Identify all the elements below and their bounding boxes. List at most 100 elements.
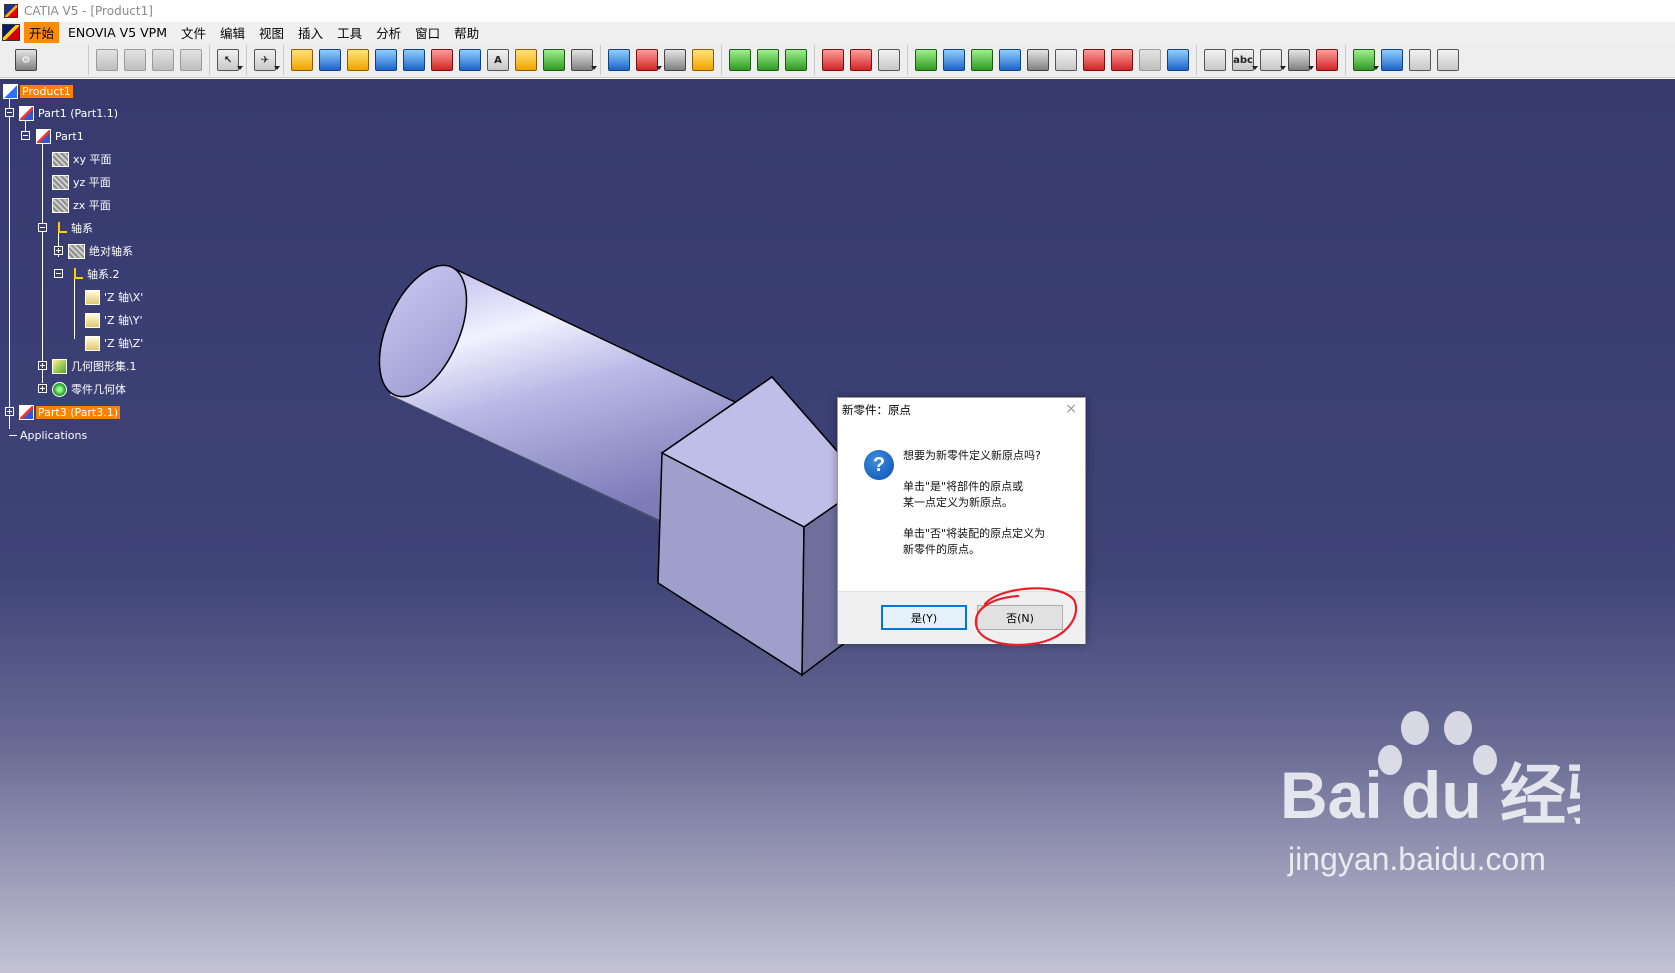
3d-annotation-icon[interactable] [1288, 49, 1314, 71]
menu-tools[interactable]: 工具 [332, 22, 367, 43]
insert-product-icon[interactable] [319, 49, 341, 71]
new-component-icon[interactable] [152, 49, 174, 71]
flag-note-icon[interactable] [1260, 49, 1286, 71]
measure-item-icon[interactable] [943, 49, 965, 71]
menu-insert[interactable]: 插入 [293, 22, 328, 43]
part-icon [36, 128, 51, 144]
tree-node-zx-plane[interactable]: zx 平面 [52, 196, 113, 214]
offset-constraint-icon[interactable] [785, 49, 807, 71]
expander-absolute-axis[interactable] [54, 246, 63, 255]
compute-clash-icon[interactable] [1083, 49, 1105, 71]
tree-node-absolute-axis[interactable]: 绝对轴系 [68, 242, 135, 260]
toolbar-group-update [814, 45, 907, 75]
tree-node-axis-x[interactable]: 'Z 轴\X' [85, 288, 145, 306]
dialog-yes-explanation-2: 某一点定义为新原点。 [903, 496, 1013, 509]
gears-icon[interactable]: ⚙ [15, 49, 37, 71]
existing-component-insert-icon[interactable] [375, 49, 397, 71]
menu-view[interactable]: 视图 [254, 22, 289, 43]
contact-constraint-icon[interactable] [757, 49, 779, 71]
table-icon[interactable] [1409, 49, 1431, 71]
fly-mode-icon[interactable]: ✈ [254, 49, 280, 71]
expander-part1-instance[interactable] [5, 108, 14, 117]
absolute-axis-icon [68, 243, 85, 259]
selective-load-icon[interactable] [515, 49, 537, 71]
menu-help[interactable]: 帮助 [449, 22, 484, 43]
dialog-yes-explanation-1: 单击"是"将部件的原点或 [903, 480, 1024, 493]
expander-axis-system-2[interactable] [54, 269, 63, 278]
tree-node-axis-systems[interactable]: 轴系 [52, 219, 95, 237]
update-all-icon[interactable] [822, 49, 844, 71]
body-icon [52, 381, 67, 397]
tree-node-product1[interactable]: Product1 [3, 82, 73, 100]
line-icon [85, 335, 100, 351]
tree-node-part-body[interactable]: 零件几何体 [52, 380, 128, 398]
close-icon[interactable]: × [1065, 401, 1077, 417]
catalog-browser-icon[interactable] [1316, 49, 1338, 71]
bill-of-material-icon[interactable] [1381, 49, 1403, 71]
change-constraint-icon[interactable] [878, 49, 900, 71]
tree-node-axis-z[interactable]: 'Z 轴\Z' [85, 334, 145, 352]
tree-node-yz-plane[interactable]: yz 平面 [52, 173, 113, 191]
expander-axis-systems[interactable] [38, 223, 47, 232]
report-icon[interactable] [1437, 49, 1459, 71]
part-instance-icon [19, 105, 34, 121]
view-mode-icon[interactable] [1353, 49, 1379, 71]
menu-file[interactable]: 文件 [176, 22, 211, 43]
snap-icon[interactable] [636, 49, 662, 71]
menu-edit[interactable]: 编辑 [215, 22, 250, 43]
multi-instantiation-icon[interactable] [571, 49, 597, 71]
annotation-icon[interactable] [1111, 49, 1133, 71]
toolbar-group-annotations: abc [1196, 45, 1345, 75]
tree-node-xy-plane[interactable]: xy 平面 [52, 150, 114, 168]
toolbar-group-fly: ✈ [246, 45, 283, 75]
new-product-icon[interactable] [124, 49, 146, 71]
plane-icon [52, 197, 69, 213]
distance-band-icon[interactable] [1055, 49, 1077, 71]
manipulation-icon[interactable] [608, 49, 630, 71]
menu-enovia[interactable]: ENOVIA V5 VPM [63, 24, 172, 41]
toolbar-group-tools [907, 45, 1196, 75]
fix-component-icon[interactable] [850, 49, 872, 71]
graph-tree-reorder-icon[interactable] [459, 49, 481, 71]
measure-inertia-icon[interactable] [971, 49, 993, 71]
insert-part-icon[interactable] [347, 49, 369, 71]
menu-window[interactable]: 窗口 [410, 22, 445, 43]
expander-geometric-set[interactable] [38, 361, 47, 370]
weld-feature-icon[interactable] [1204, 49, 1226, 71]
scene-icon[interactable] [1167, 49, 1189, 71]
generate-numbering-icon[interactable]: A [487, 49, 509, 71]
tree-node-axis-system-2[interactable]: 轴系.2 [68, 265, 122, 283]
axis-system-icon [52, 221, 67, 236]
tree-node-part3-instance[interactable]: Part3 (Part3.1) [19, 403, 121, 421]
menu-start[interactable]: 开始 [24, 22, 60, 43]
tree-node-part1-instance[interactable]: Part1 (Part1.1) [19, 104, 120, 122]
catia-menu-logo-icon[interactable] [2, 24, 20, 41]
menu-analyze[interactable]: 分析 [371, 22, 406, 43]
main-toolbar: ⚙ ↖ ✈ A abc [0, 43, 1675, 78]
clash-icon[interactable] [999, 49, 1021, 71]
expander-part-body[interactable] [38, 384, 47, 393]
replace-component-icon[interactable] [431, 49, 453, 71]
existing-component-icon[interactable] [180, 49, 202, 71]
existing-positioning-icon[interactable] [403, 49, 425, 71]
new-part-icon[interactable] [96, 49, 118, 71]
swap-visible-space-icon[interactable] [1139, 49, 1161, 71]
stop-manipulate-icon[interactable] [692, 49, 714, 71]
sectioning-icon[interactable] [1027, 49, 1049, 71]
expander-part3-instance[interactable] [5, 407, 14, 416]
manage-representations-icon[interactable] [543, 49, 565, 71]
text-annotation-icon[interactable]: abc [1232, 49, 1258, 71]
tree-node-applications[interactable]: Applications [18, 426, 89, 444]
tree-node-axis-y[interactable]: 'Z 轴\Y' [85, 311, 145, 329]
select-arrow-icon[interactable]: ↖ [217, 49, 243, 71]
expander-part1[interactable] [21, 131, 30, 140]
tree-node-part1[interactable]: Part1 [36, 127, 86, 145]
line-icon [85, 312, 100, 328]
tree-node-geometric-set[interactable]: 几何图形集.1 [52, 357, 139, 375]
explode-icon[interactable] [664, 49, 686, 71]
yes-button[interactable]: 是(Y) [881, 605, 967, 630]
coincidence-constraint-icon[interactable] [729, 49, 751, 71]
measure-between-icon[interactable] [915, 49, 937, 71]
watermark-brand: Bai du 经验 [1280, 758, 1580, 832]
insert-component-icon[interactable] [291, 49, 313, 71]
